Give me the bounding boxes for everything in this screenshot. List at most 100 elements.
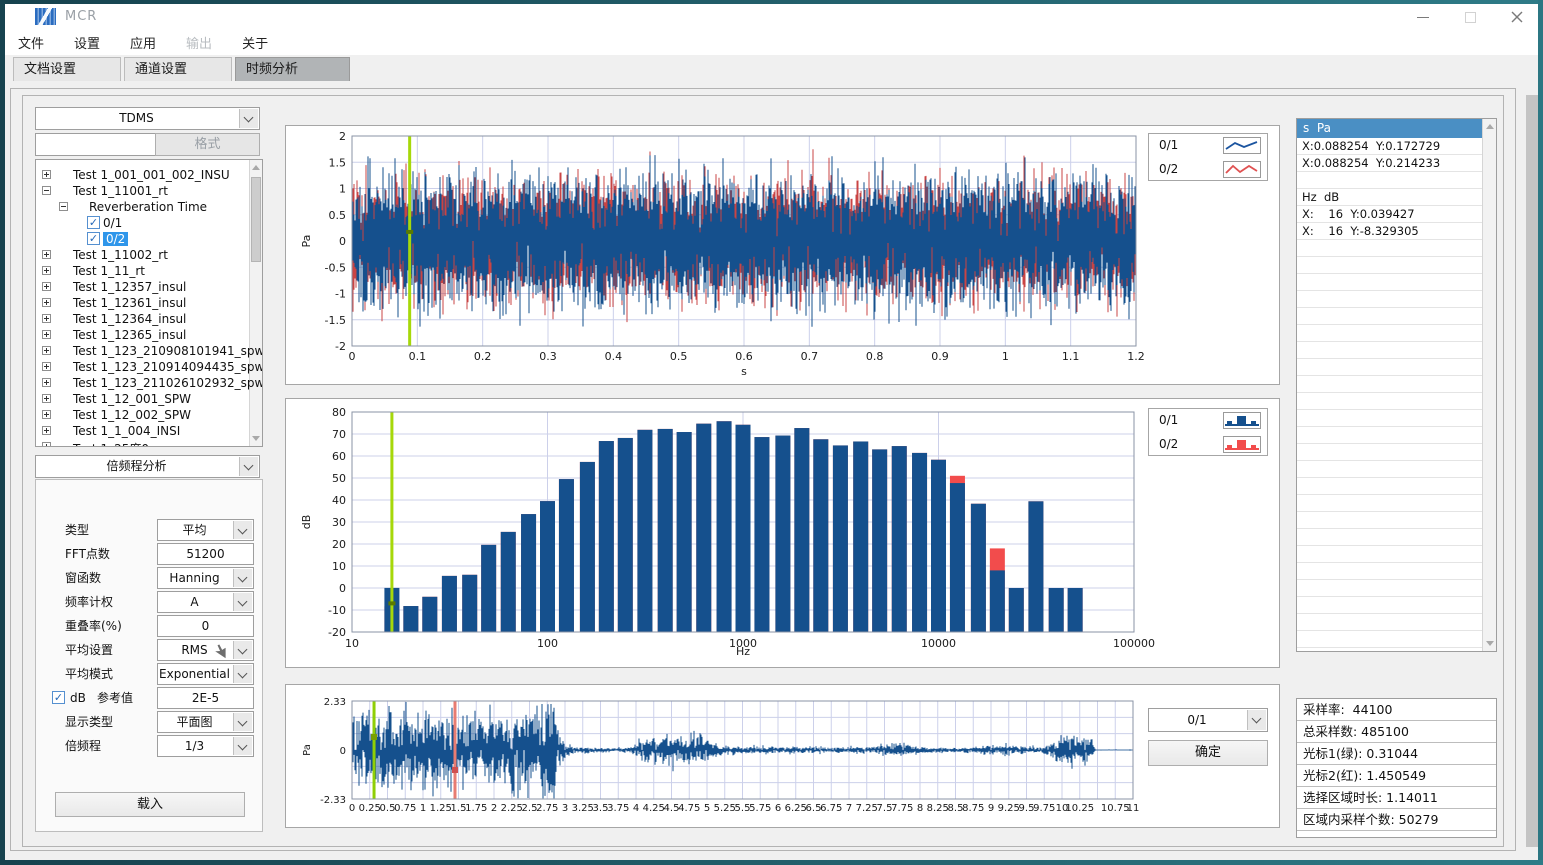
expand-icon[interactable] xyxy=(42,250,51,259)
readout-row-12[interactable] xyxy=(1297,342,1482,359)
tree-item-2[interactable]: Reverberation Time xyxy=(36,199,246,215)
tree-item-13[interactable]: Test 1_123_211026102932_spw xyxy=(36,375,246,391)
format-select[interactable]: TDMS xyxy=(35,107,260,130)
form-input-7[interactable]: 2E-5 xyxy=(157,687,254,709)
analysis-select[interactable]: 倍频程分析 xyxy=(35,455,260,478)
readout-row-1[interactable]: X:0.088254 Y:0.214233 xyxy=(1297,155,1482,172)
chevron-down-icon[interactable] xyxy=(233,713,252,731)
expand-icon[interactable] xyxy=(42,170,51,179)
overview-chart-panel[interactable]: 2.330-2.3300.250.50.7511.251.51.7522.252… xyxy=(285,684,1280,828)
form-select-3[interactable]: A xyxy=(157,591,254,613)
load-button[interactable]: 载入 xyxy=(55,792,245,817)
chevron-down-icon[interactable] xyxy=(233,521,252,539)
tree-item-15[interactable]: Test 1_12_002_SPW xyxy=(36,407,246,423)
form-select-6[interactable]: Exponential xyxy=(157,663,254,685)
readout-row-19[interactable] xyxy=(1297,461,1482,478)
menu-item-4[interactable]: 关于 xyxy=(242,33,268,52)
collapse-icon[interactable] xyxy=(59,202,68,211)
chevron-down-icon[interactable] xyxy=(239,109,258,128)
readout-row-20[interactable] xyxy=(1297,478,1482,495)
form-select-5[interactable]: RMS xyxy=(157,639,254,661)
spectrum-chart-panel[interactable]: 80706050403020100-10-2010100100010000100… xyxy=(285,398,1280,668)
tree-item-14[interactable]: Test 1_12_001_SPW xyxy=(36,391,246,407)
readout-row-17[interactable] xyxy=(1297,427,1482,444)
menu-item-0[interactable]: 文件 xyxy=(18,33,44,52)
tree-item-11[interactable]: Test 1_123_210908101941_spw xyxy=(36,343,246,359)
expand-icon[interactable] xyxy=(42,330,51,339)
readout-row-5[interactable]: X: 16 Y:-8.329305 xyxy=(1297,223,1482,240)
chevron-down-icon[interactable] xyxy=(1247,710,1266,730)
readout-row-22[interactable] xyxy=(1297,512,1482,529)
checkbox-icon[interactable]: ✓ xyxy=(87,232,100,245)
form-select-0[interactable]: 平均 xyxy=(157,519,254,541)
readout-row-10[interactable] xyxy=(1297,308,1482,325)
form-select-2[interactable]: Hanning xyxy=(157,567,254,589)
expand-icon[interactable] xyxy=(42,378,51,387)
filter-input[interactable] xyxy=(35,133,156,156)
tree-item-0[interactable]: Test 1_001_001_002_INSU xyxy=(36,167,246,183)
chevron-down-icon[interactable] xyxy=(233,641,252,659)
tree-item-12[interactable]: Test 1_123_210914094435_spw xyxy=(36,359,246,375)
tree-item-16[interactable]: Test 1_1_004_INSI xyxy=(36,423,246,439)
tree-item-3[interactable]: ✓0/1 xyxy=(36,215,246,231)
readout-row-15[interactable] xyxy=(1297,393,1482,410)
chevron-down-icon[interactable] xyxy=(233,593,252,611)
expand-icon[interactable] xyxy=(42,282,51,291)
readout-row-3[interactable]: Hz dB xyxy=(1297,189,1482,206)
checkbox-icon[interactable]: ✓ xyxy=(87,216,100,229)
menu-item-2[interactable]: 应用 xyxy=(130,33,156,52)
chevron-down-icon[interactable] xyxy=(233,569,252,587)
expand-icon[interactable] xyxy=(42,426,51,435)
readout-row-24[interactable] xyxy=(1297,546,1482,563)
tree-item-17[interactable]: Test 1_25度0 xyxy=(36,439,246,447)
collapse-icon[interactable] xyxy=(42,186,51,195)
readout-row-7[interactable] xyxy=(1297,257,1482,274)
expand-icon[interactable] xyxy=(42,266,51,275)
expand-icon[interactable] xyxy=(42,410,51,419)
chevron-down-icon[interactable] xyxy=(239,457,258,476)
form-select-8[interactable]: 平面图 xyxy=(157,711,254,733)
time-chart-panel[interactable]: 21.510.50-0.5-1-1.5-200.10.20.30.40.50.6… xyxy=(285,125,1280,385)
readout-header[interactable]: s Pa xyxy=(1297,119,1482,138)
tree-item-7[interactable]: Test 1_12357_insul xyxy=(36,279,246,295)
readout-row-13[interactable] xyxy=(1297,359,1482,376)
readout-row-27[interactable] xyxy=(1297,597,1482,614)
tree-item-4[interactable]: ✓0/2 xyxy=(36,231,246,247)
readout-row-26[interactable] xyxy=(1297,580,1482,597)
readout-row-21[interactable] xyxy=(1297,495,1482,512)
readout-row-14[interactable] xyxy=(1297,376,1482,393)
readout-row-28[interactable] xyxy=(1297,614,1482,631)
tree-item-5[interactable]: Test 1_11002_rt xyxy=(36,247,246,263)
readout-row-6[interactable] xyxy=(1297,240,1482,257)
readout-row-16[interactable] xyxy=(1297,410,1482,427)
close-button[interactable] xyxy=(1496,6,1538,28)
channel-select[interactable]: 0/1 xyxy=(1148,708,1268,732)
readout-row-18[interactable] xyxy=(1297,444,1482,461)
readout-row-0[interactable]: X:0.088254 Y:0.172729 xyxy=(1297,138,1482,155)
readout-row-8[interactable] xyxy=(1297,274,1482,291)
confirm-button[interactable]: 确定 xyxy=(1148,740,1268,766)
tree-item-1[interactable]: Test 1_11001_rt xyxy=(36,183,246,199)
tab-1[interactable]: 通道设置 xyxy=(124,57,232,81)
readout-row-23[interactable] xyxy=(1297,529,1482,546)
tree-scrollbar[interactable] xyxy=(249,160,262,446)
tab-2[interactable]: 时频分析 xyxy=(235,57,350,81)
chevron-down-icon[interactable] xyxy=(233,665,252,683)
right-scroll-strip[interactable] xyxy=(1526,95,1538,847)
format-button[interactable]: 格式 xyxy=(155,133,260,156)
form-select-9[interactable]: 1/3 xyxy=(157,735,254,757)
expand-icon[interactable] xyxy=(42,314,51,323)
form-input-4[interactable]: 0 xyxy=(157,615,254,637)
chevron-down-icon[interactable] xyxy=(233,737,252,755)
form-input-1[interactable]: 51200 xyxy=(157,543,254,565)
tree-item-6[interactable]: Test 1_11_rt xyxy=(36,263,246,279)
expand-icon[interactable] xyxy=(42,298,51,307)
readout-row-9[interactable] xyxy=(1297,291,1482,308)
minimize-button[interactable] xyxy=(1402,6,1444,28)
readout-row-29[interactable] xyxy=(1297,631,1482,648)
readout-row-11[interactable] xyxy=(1297,325,1482,342)
maximize-button[interactable] xyxy=(1449,6,1491,28)
tree-item-9[interactable]: Test 1_12364_insul xyxy=(36,311,246,327)
readout-row-2[interactable] xyxy=(1297,172,1482,189)
tab-0[interactable]: 文档设置 xyxy=(13,57,121,81)
